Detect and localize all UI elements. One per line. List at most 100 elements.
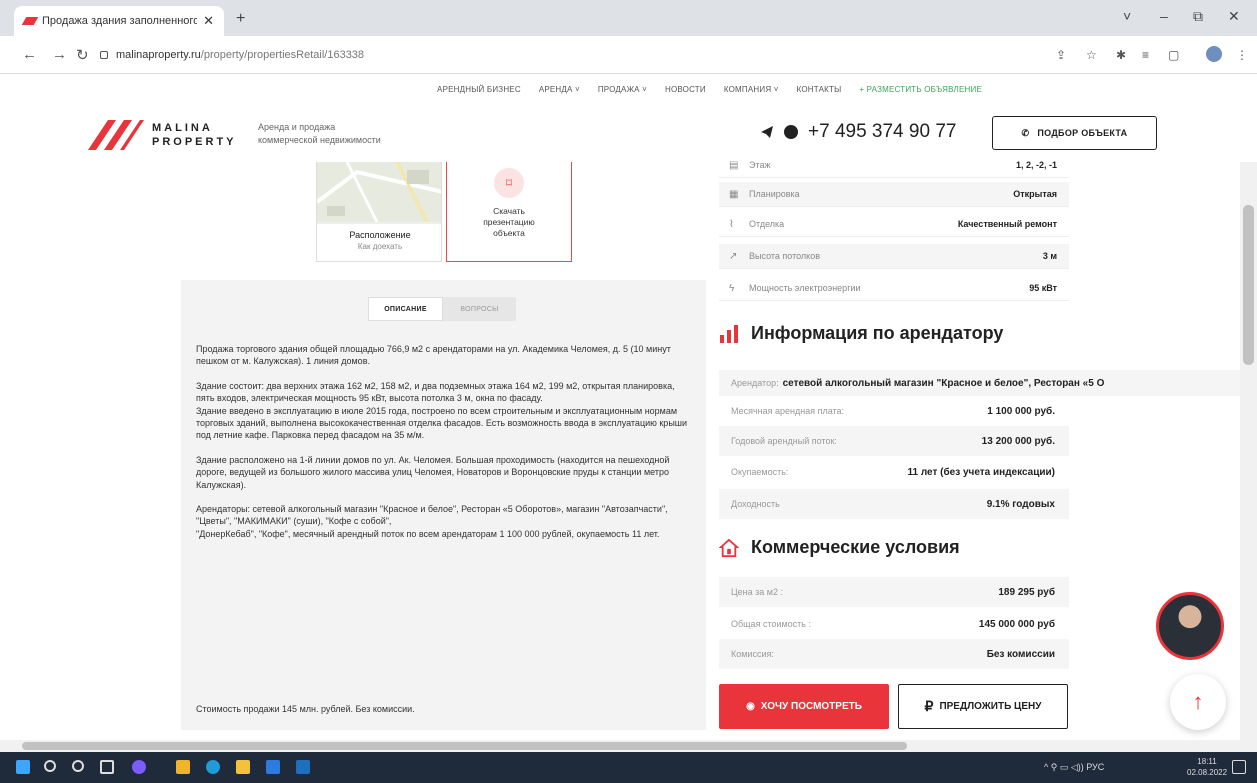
word-icon[interactable]	[296, 760, 310, 774]
nav-company[interactable]: КОМПАНИЯ ˅	[724, 85, 779, 94]
info-label: Доходность	[731, 499, 780, 509]
description-paragraph: Здание расположено на 1-й линии домов по…	[196, 454, 670, 490]
spec-row-power: ϟ Мощность электроэнергии 95 кВт	[719, 276, 1069, 301]
info-value: 13 200 000 руб.	[981, 435, 1055, 447]
site-favicon-icon	[21, 17, 39, 25]
menu-dots-icon[interactable]: ⋮	[1236, 48, 1248, 62]
tab-questions[interactable]: ВОПРОСЫ	[443, 297, 516, 321]
url-input[interactable]: malinaproperty.ru/property/propertiesRet…	[100, 43, 1180, 67]
want-to-see-button[interactable]: ◉ ХОЧУ ПОСМОТРЕТЬ	[719, 684, 889, 729]
close-window-icon[interactable]: ✕	[1228, 8, 1240, 25]
tenant-info-row: Годовой арендный поток: 13 200 000 руб.	[719, 426, 1069, 456]
tenant-section-title: Информация по арендатору	[719, 323, 1003, 344]
tab-description[interactable]: ОПИСАНИЕ	[368, 297, 443, 321]
tenant-section-heading: Информация по арендатору	[751, 323, 1004, 343]
spec-label: Высота потолков	[749, 251, 820, 261]
file-explorer-icon[interactable]	[236, 760, 250, 774]
info-label: Комиссия:	[731, 649, 774, 659]
edge-icon[interactable]	[206, 760, 220, 774]
search-icon[interactable]	[44, 760, 56, 772]
malina-logo-icon[interactable]	[86, 116, 146, 152]
info-value: 189 295 руб	[998, 586, 1055, 598]
ceiling-height-icon: ↗	[729, 250, 738, 262]
telegram-icon[interactable]	[760, 125, 774, 139]
profile-avatar[interactable]	[1206, 46, 1222, 62]
layout-icon: ▦	[729, 188, 739, 200]
tenant-label: Арендатор:	[731, 378, 779, 388]
forward-icon[interactable]: →	[52, 46, 67, 63]
spec-value: 1, 2, -2, -1	[1015, 160, 1057, 170]
horizontal-scroll-thumb[interactable]	[22, 742, 907, 750]
location-card[interactable]: Расположение Как доехать	[316, 162, 442, 262]
back-icon[interactable]: ←	[22, 46, 37, 63]
reading-list-icon[interactable]: ≡	[1142, 48, 1149, 62]
commercial-info-row: Общая стоимость : 145 000 000 руб	[719, 609, 1069, 639]
app-icon[interactable]	[132, 760, 146, 774]
new-tab-icon[interactable]: +	[236, 10, 245, 28]
ruble-icon: ₽	[924, 698, 934, 714]
tenant-info-row: Окупаемость: 11 лет (без учета индексаци…	[719, 457, 1069, 487]
address-bar: ← → ↻ malinaproperty.ru/property/propert…	[0, 36, 1257, 74]
bar-chart-icon	[720, 324, 738, 343]
system-tray[interactable]: ^ ⚲ ▭ ◁)) РУС	[1044, 762, 1104, 773]
bookmark-star-icon[interactable]: ☆	[1086, 48, 1097, 62]
taskbar-clock[interactable]: 18:11 02.08.2022	[1187, 756, 1227, 778]
info-value: 145 000 000 руб	[978, 618, 1055, 630]
offer-price-button[interactable]: ₽ ПРЕДЛОЖИТЬ ЦЕНУ	[898, 684, 1068, 729]
tenant-value: сетевой алкогольный магазин "Красное и б…	[782, 377, 1105, 389]
nav-rental-business[interactable]: АРЕНДНЫЙ БИЗНЕС	[437, 85, 521, 94]
bookmark-icon: ⌑	[494, 168, 524, 198]
minimize-icon[interactable]: –	[1160, 8, 1168, 24]
chrome-icon[interactable]	[176, 760, 190, 774]
paint-roller-icon: ⌇	[729, 218, 734, 230]
nav-news[interactable]: НОВОСТИ	[665, 85, 706, 94]
windows-start-icon[interactable]	[16, 760, 30, 774]
url-path: /property/propertiesRetail/163338	[200, 49, 365, 61]
close-tab-icon[interactable]: ✕	[203, 13, 214, 29]
info-value: Без комиссии	[986, 648, 1055, 660]
spec-value: Качественный ремонт	[957, 219, 1057, 229]
maximize-icon[interactable]: ⧉	[1193, 8, 1203, 25]
eye-icon: ◉	[746, 701, 755, 712]
whatsapp-icon[interactable]	[784, 125, 798, 139]
nav-rent[interactable]: АРЕНДА ˅	[539, 85, 580, 94]
post-ad-link[interactable]: + РАЗМЕСТИТЬ ОБЪЯВЛЕНИЕ	[859, 85, 982, 94]
clock-time: 18:11	[1197, 757, 1217, 766]
logo-text[interactable]: MALINA PROPERTY	[152, 121, 237, 149]
info-label: Общая стоимость :	[731, 619, 811, 629]
vertical-scroll-thumb[interactable]	[1243, 205, 1254, 365]
language-indicator[interactable]: РУС	[1086, 762, 1104, 772]
store-icon[interactable]	[266, 760, 280, 774]
notifications-icon[interactable]	[1232, 760, 1246, 774]
url-host: malinaproperty.ru	[116, 49, 201, 61]
extensions-icon[interactable]: ✱	[1116, 48, 1126, 62]
task-view-icon[interactable]	[100, 760, 114, 774]
lock-icon	[100, 51, 108, 59]
download-presentation-card[interactable]: ⌑ Скачать презентацию объекта	[446, 162, 572, 262]
browser-tab[interactable]: Продажа здания заполненного ✕	[14, 6, 224, 36]
floors-icon: ▤	[729, 159, 739, 171]
house-icon	[719, 538, 739, 557]
header-phone[interactable]: +7 495 374 90 77	[808, 121, 956, 143]
description-paragraph-part: Здание состоит: два верхних этажа 162 м2…	[196, 380, 675, 404]
location-label: Расположение Как доехать	[317, 224, 441, 261]
cortana-icon[interactable]	[72, 760, 84, 772]
tenant-info-row: Доходность 9.1% годовых	[719, 489, 1069, 519]
reload-icon[interactable]: ↻	[76, 46, 89, 64]
tab-search-icon[interactable]: ˅	[1123, 8, 1131, 24]
tagline-line-2: коммерческой недвижимости	[258, 135, 381, 145]
spec-label: Этаж	[749, 160, 771, 170]
description-tabs: ОПИСАНИЕ ВОПРОСЫ	[368, 297, 516, 321]
nav-contacts[interactable]: КОНТАКТЫ	[797, 85, 842, 94]
price-note: Стоимость продажи 145 млн. рублей. Без к…	[196, 704, 415, 714]
select-object-button[interactable]: ✆ ПОДБОР ОБЪЕКТА	[992, 116, 1157, 150]
scroll-to-top-button[interactable]: ↑	[1170, 674, 1226, 730]
nav-sale[interactable]: ПРОДАЖА ˅	[598, 85, 647, 94]
info-value: 11 лет (без учета индексации)	[907, 466, 1055, 478]
share-icon[interactable]: ⇪	[1056, 48, 1066, 62]
description-paragraph: "ДонерКебаб", "Кофе", месячный арендный …	[196, 528, 660, 539]
side-panel-icon[interactable]: ▢	[1168, 48, 1179, 62]
spec-row-floor: ▤ Этаж 1, 2, -2, -1	[719, 153, 1069, 178]
commercial-section-heading: Коммерческие условия	[751, 537, 960, 557]
manager-avatar[interactable]	[1156, 592, 1224, 660]
